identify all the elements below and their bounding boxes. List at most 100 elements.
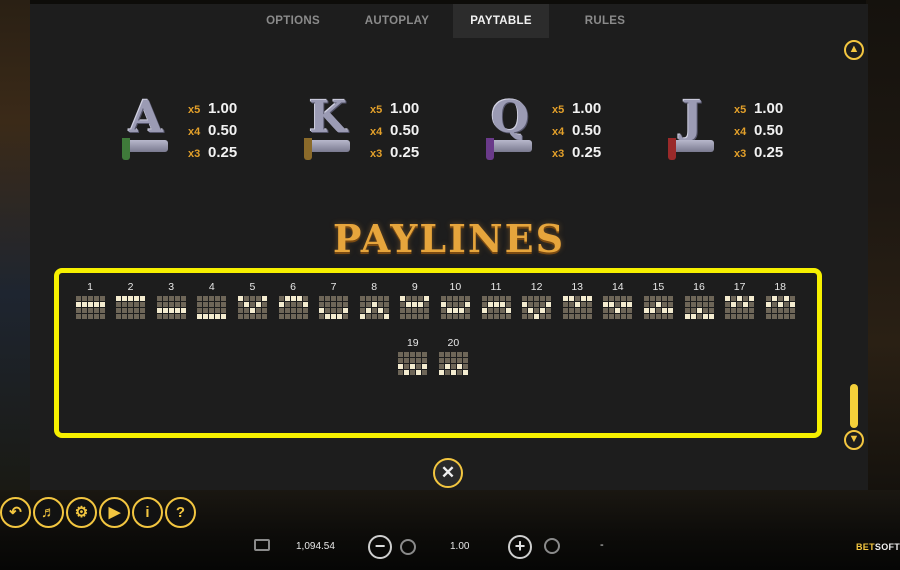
payline-cell [365,314,371,319]
payline-cell [649,308,655,313]
payline-cell [377,302,383,307]
payline-cell [499,308,505,313]
payline-pattern [481,296,511,319]
pay-list: x5 1.00 x4 0.50 x3 0.25 [552,98,601,164]
payline-cell [209,314,215,319]
payline-cell [562,308,568,313]
payline-number: 19 [406,337,419,349]
payline-cell [458,308,464,313]
payline-cell [789,302,795,307]
payline-cell [621,308,627,313]
tab-autoplay[interactable]: AUTOPLAY [349,4,445,38]
payline-cell [690,314,696,319]
sound-button[interactable]: ♬ [33,497,64,528]
tab-options[interactable]: OPTIONS [245,4,341,38]
payline-cell [93,296,99,301]
payline-cell [337,308,343,313]
payline-cell [444,364,450,369]
tab-bar: OPTIONS AUTOPLAY PAYTABLE RULES [30,4,868,38]
payline-cell [243,308,249,313]
payline-pattern [603,296,633,319]
payline-cell [661,296,667,301]
bet-increase-button[interactable]: + [508,535,532,559]
close-button[interactable]: ✕ [433,458,463,488]
payline-cell [580,296,586,301]
tab-paytable[interactable]: PAYTABLE [453,4,549,38]
settings-button[interactable]: ⚙ [66,497,97,528]
pay-value: 0.50 [390,122,420,139]
payline-cell [462,364,468,369]
payline-cell [522,308,528,313]
payline-cell [343,308,349,313]
payline-cell [649,314,655,319]
payline-cell [197,314,203,319]
scroll-down-button[interactable]: ▼ [844,430,864,450]
payline-cell [398,364,404,369]
payline-cell [140,302,146,307]
payline-pattern [197,296,227,319]
payline-cell [667,308,673,313]
payline-cell [75,296,81,301]
payline-cell [615,314,621,319]
payline-cell [261,308,267,313]
pay-list: x5 1.00 x4 0.50 x3 0.25 [188,98,237,164]
payline-cell [418,302,424,307]
payline-pattern [684,296,714,319]
payline-cell [487,314,493,319]
payline-cell [215,308,221,313]
info-button[interactable]: i [132,497,163,528]
bet-decrease-button[interactable]: − [368,535,392,559]
payline-cell [404,370,410,375]
payline-cell [261,302,267,307]
payline-cell [643,296,649,301]
payline-15: 15 [641,281,675,327]
payline-cell [546,314,552,319]
payline-cell [452,296,458,301]
plus-icon: + [514,536,526,556]
payline-cell [128,296,134,301]
pay-multiplier: x4 [552,126,565,138]
payline-cell [456,370,462,375]
payline-cell [168,314,174,319]
payline-cell [331,302,337,307]
scroll-up-button[interactable]: ▲ [844,40,864,60]
tab-rules[interactable]: RULES [557,4,653,38]
payline-cell [337,296,343,301]
payline-cell [302,302,308,307]
payline-cell [221,302,227,307]
payline-cell [749,296,755,301]
payline-cell [783,314,789,319]
payline-11: 11 [479,281,513,327]
paylines-panel: 1 2 3 4 5 6 7 8 9 10 11 12 13 14 15 16 17 18 19 20 [54,268,822,438]
payline-cell [296,302,302,307]
payline-cell [568,308,574,313]
payline-cell [331,308,337,313]
payline-cell [290,302,296,307]
pay-multiplier: x4 [734,126,747,138]
back-button[interactable]: ↶ [0,497,31,528]
payline-cell [789,296,795,301]
payline-cell [444,358,450,363]
payline-cell [290,308,296,313]
payline-cell [237,308,243,313]
pay-multiplier: x5 [552,104,565,116]
payline-cell [546,308,552,313]
payline-cell [290,314,296,319]
scrollbar-thumb[interactable] [850,384,858,428]
payline-4: 4 [195,281,229,327]
help-button[interactable]: ? [165,497,196,528]
payline-cell [406,314,412,319]
autoplay-button[interactable]: ▶ [99,497,130,528]
payline-16: 16 [682,281,716,327]
payline-cell [406,296,412,301]
payline-cell [81,302,87,307]
payline-cell [319,302,325,307]
payline-cell [209,296,215,301]
payline-pattern [438,352,468,375]
payline-cell [203,302,209,307]
payline-cell [481,314,487,319]
payline-cell [725,308,731,313]
payline-cell [540,314,546,319]
payline-cell [749,314,755,319]
symbol-pays: A x5 1.00 x4 0.50 x3 0.25 K x5 1.00 x4 0.50 x… [30,92,850,172]
